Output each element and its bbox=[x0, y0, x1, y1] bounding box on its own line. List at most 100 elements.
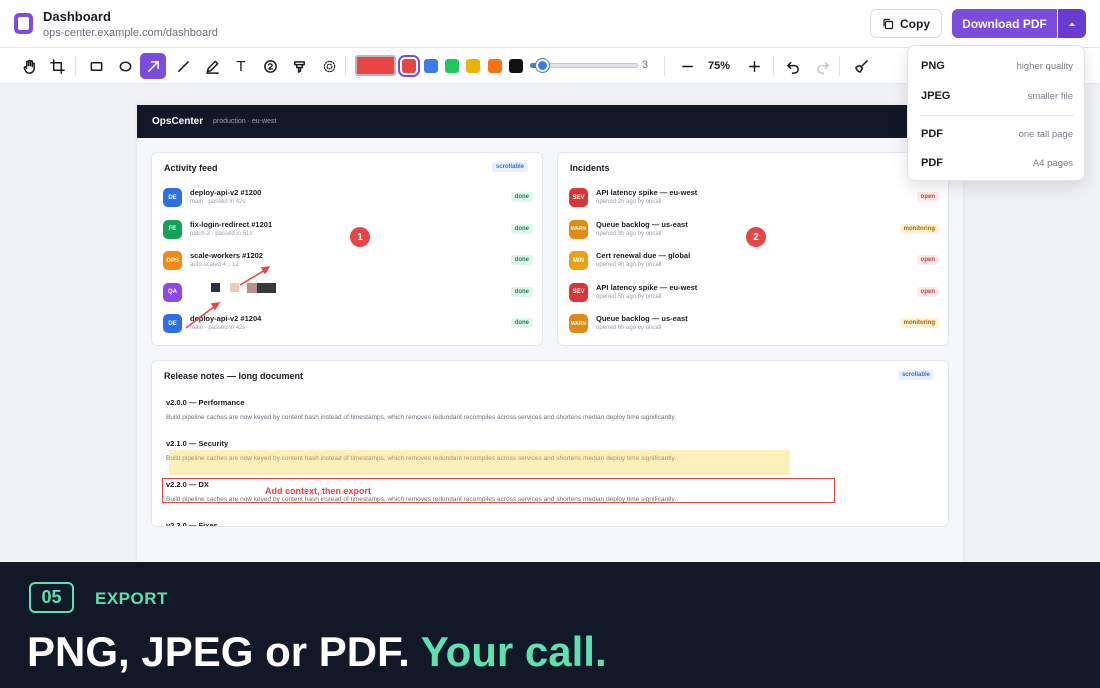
export-option-jpeg[interactable]: JPEG smaller file bbox=[908, 83, 1086, 109]
app-logo-icon bbox=[14, 13, 33, 34]
app-header: Dashboard ops-center.example.com/dashboa… bbox=[0, 0, 1100, 48]
export-option-pdf[interactable]: PDF A4 pages bbox=[908, 150, 1086, 176]
clear-annotations-button[interactable] bbox=[848, 53, 874, 79]
export-format-description: higher quality bbox=[1016, 61, 1073, 72]
export-format-name: PDF bbox=[921, 157, 943, 169]
release-note: v2.0.0 — Performance Build pipeline cache… bbox=[166, 398, 936, 421]
status-badge: done bbox=[510, 286, 533, 297]
captured-page: OpsCenter production · eu-west Activity … bbox=[137, 105, 963, 575]
pen-tool-button[interactable] bbox=[199, 53, 225, 79]
list-item[interactable]: WARN Queue backlog — us-east opened 6h ago… bbox=[569, 311, 939, 337]
list-item-subtitle: opened 5h ago by oncall bbox=[596, 293, 662, 300]
zoom-in-button[interactable] bbox=[741, 53, 767, 79]
arrow-icon bbox=[147, 60, 159, 72]
line-tool-button[interactable] bbox=[170, 53, 196, 79]
list-item-subtitle: auto-scaled 4→12 bbox=[190, 262, 239, 268]
blur-tool-button[interactable] bbox=[316, 53, 342, 79]
avatar: FE bbox=[163, 219, 182, 239]
list-item-subtitle: opened 2h ago by oncall bbox=[596, 199, 662, 205]
list-item[interactable]: DE deploy-api-v2 #1204 main · passed in 42… bbox=[163, 311, 533, 337]
incidents-title: Incidents bbox=[570, 163, 610, 173]
promo-headline: PNG, JPEG or PDF. Your call. bbox=[27, 628, 607, 676]
release-note: v2.3.0 — Fixes bbox=[166, 521, 936, 526]
avatar: QA bbox=[163, 282, 182, 302]
export-option-png[interactable]: PNG higher quality bbox=[908, 53, 1086, 79]
list-item-title: API latency spike — eu-west bbox=[596, 188, 698, 197]
release-notes-title: Release notes — long document bbox=[164, 371, 304, 381]
ellipse-tool-button[interactable] bbox=[112, 53, 138, 79]
list-item[interactable]: DE deploy-api-v2 #1200 main · passed in 42… bbox=[163, 185, 533, 211]
text-tool-button[interactable]: T bbox=[228, 53, 254, 79]
activity-feed-card: Activity feed scrollable DE deploy-api-v2… bbox=[151, 152, 543, 346]
text-icon: T bbox=[236, 57, 246, 75]
promo-banner: 05 EXPORT PNG, JPEG or PDF. Your call. bbox=[0, 562, 1100, 688]
export-format-description: one tall page bbox=[1018, 129, 1073, 140]
text-annotation[interactable]: Add context, then export bbox=[265, 486, 371, 496]
zoom-level: 75% bbox=[708, 60, 731, 72]
export-format-description: A4 pages bbox=[1032, 158, 1073, 169]
release-note-heading: v2.1.0 — Security bbox=[166, 439, 229, 448]
color-swatch[interactable] bbox=[466, 59, 480, 73]
highlight-annotation[interactable] bbox=[169, 450, 790, 475]
avatar: SEV bbox=[569, 282, 588, 302]
page-url: ops-center.example.com/dashboard bbox=[43, 27, 218, 39]
color-swatch[interactable] bbox=[424, 59, 438, 73]
highlighter-tool-button[interactable] bbox=[286, 53, 312, 79]
redo-button[interactable] bbox=[809, 53, 835, 79]
rectangle-tool-button[interactable] bbox=[83, 53, 109, 79]
crop-tool-button[interactable] bbox=[44, 53, 70, 79]
status-badge: monitoring bbox=[899, 223, 939, 234]
minus-icon bbox=[681, 65, 693, 67]
avatar: WARN bbox=[569, 219, 588, 239]
color-swatch[interactable] bbox=[398, 55, 420, 77]
step-number: 05 bbox=[29, 582, 74, 613]
activity-feed-title: Activity feed bbox=[164, 163, 218, 173]
stroke-width-slider-thumb[interactable] bbox=[536, 59, 549, 72]
incidents-card: Incidents SEV API latency spike — eu-west… bbox=[557, 152, 949, 346]
hand-tool-button[interactable] bbox=[16, 53, 42, 79]
color-swatch[interactable] bbox=[445, 59, 459, 73]
list-item[interactable]: MIN Cert renewal due — global opened 4h ag… bbox=[569, 248, 939, 274]
list-item-subtitle: main · passed in 42s bbox=[190, 325, 246, 331]
blur-icon bbox=[323, 60, 335, 72]
download-pdf-button[interactable]: Download PDF bbox=[952, 9, 1057, 38]
status-badge: done bbox=[510, 192, 533, 202]
status-badge: done bbox=[510, 255, 533, 265]
list-item[interactable]: FE fix-login-redirect #1201 patch-3 · pass… bbox=[163, 217, 533, 243]
undo-button[interactable] bbox=[780, 53, 806, 79]
number-marker-tool-button[interactable] bbox=[257, 53, 283, 79]
list-item[interactable]: SEV API latency spike — eu-west opened 5h … bbox=[569, 280, 939, 306]
zoom-out-button[interactable] bbox=[674, 53, 700, 79]
list-item-subtitle: opened 3h ago by oncall bbox=[596, 230, 662, 237]
avatar: OPS bbox=[163, 251, 182, 270]
captured-brand: OpsCenter bbox=[152, 116, 204, 127]
list-item-title: deploy-api-v2 #1200 bbox=[190, 188, 262, 197]
number-marker-1[interactable]: 1 bbox=[350, 227, 370, 247]
status-badge: open bbox=[916, 255, 939, 265]
download-options-toggle[interactable] bbox=[1058, 9, 1086, 38]
list-item[interactable]: OPS scale-workers #1202 auto-scaled 4→12 do… bbox=[163, 248, 533, 274]
export-option-pdf[interactable]: PDF one tall page bbox=[908, 121, 1086, 147]
color-swatch[interactable] bbox=[509, 59, 523, 73]
export-format-menu: PNG higher quality JPEG smaller file PDF one … bbox=[907, 45, 1085, 181]
current-color-preview[interactable] bbox=[355, 55, 396, 76]
avatar: WARN bbox=[569, 314, 588, 333]
copy-icon bbox=[883, 18, 894, 29]
list-item-title: Cert renewal due — global bbox=[596, 251, 691, 260]
undo-icon bbox=[786, 61, 799, 74]
plus-icon bbox=[748, 60, 760, 72]
highlighter-icon bbox=[293, 60, 305, 73]
release-note-body: Build pipeline caches are now keyed by c… bbox=[166, 414, 677, 421]
hand-icon bbox=[23, 59, 35, 74]
broom-icon bbox=[854, 59, 868, 73]
list-item-title: Queue backlog — us-east bbox=[596, 219, 688, 229]
list-item-title: deploy-api-v2 #1204 bbox=[190, 314, 262, 323]
number-marker-2[interactable]: 2 bbox=[746, 227, 766, 247]
arrow-tool-button[interactable] bbox=[140, 53, 166, 79]
list-item[interactable]: SEV API latency spike — eu-west opened 2h … bbox=[569, 185, 939, 211]
chevron-up-icon bbox=[1069, 22, 1075, 26]
color-swatch[interactable] bbox=[488, 59, 502, 73]
rectangle-annotation[interactable] bbox=[162, 478, 835, 503]
ellipse-icon bbox=[119, 61, 131, 71]
copy-button[interactable]: Copy bbox=[870, 9, 942, 38]
